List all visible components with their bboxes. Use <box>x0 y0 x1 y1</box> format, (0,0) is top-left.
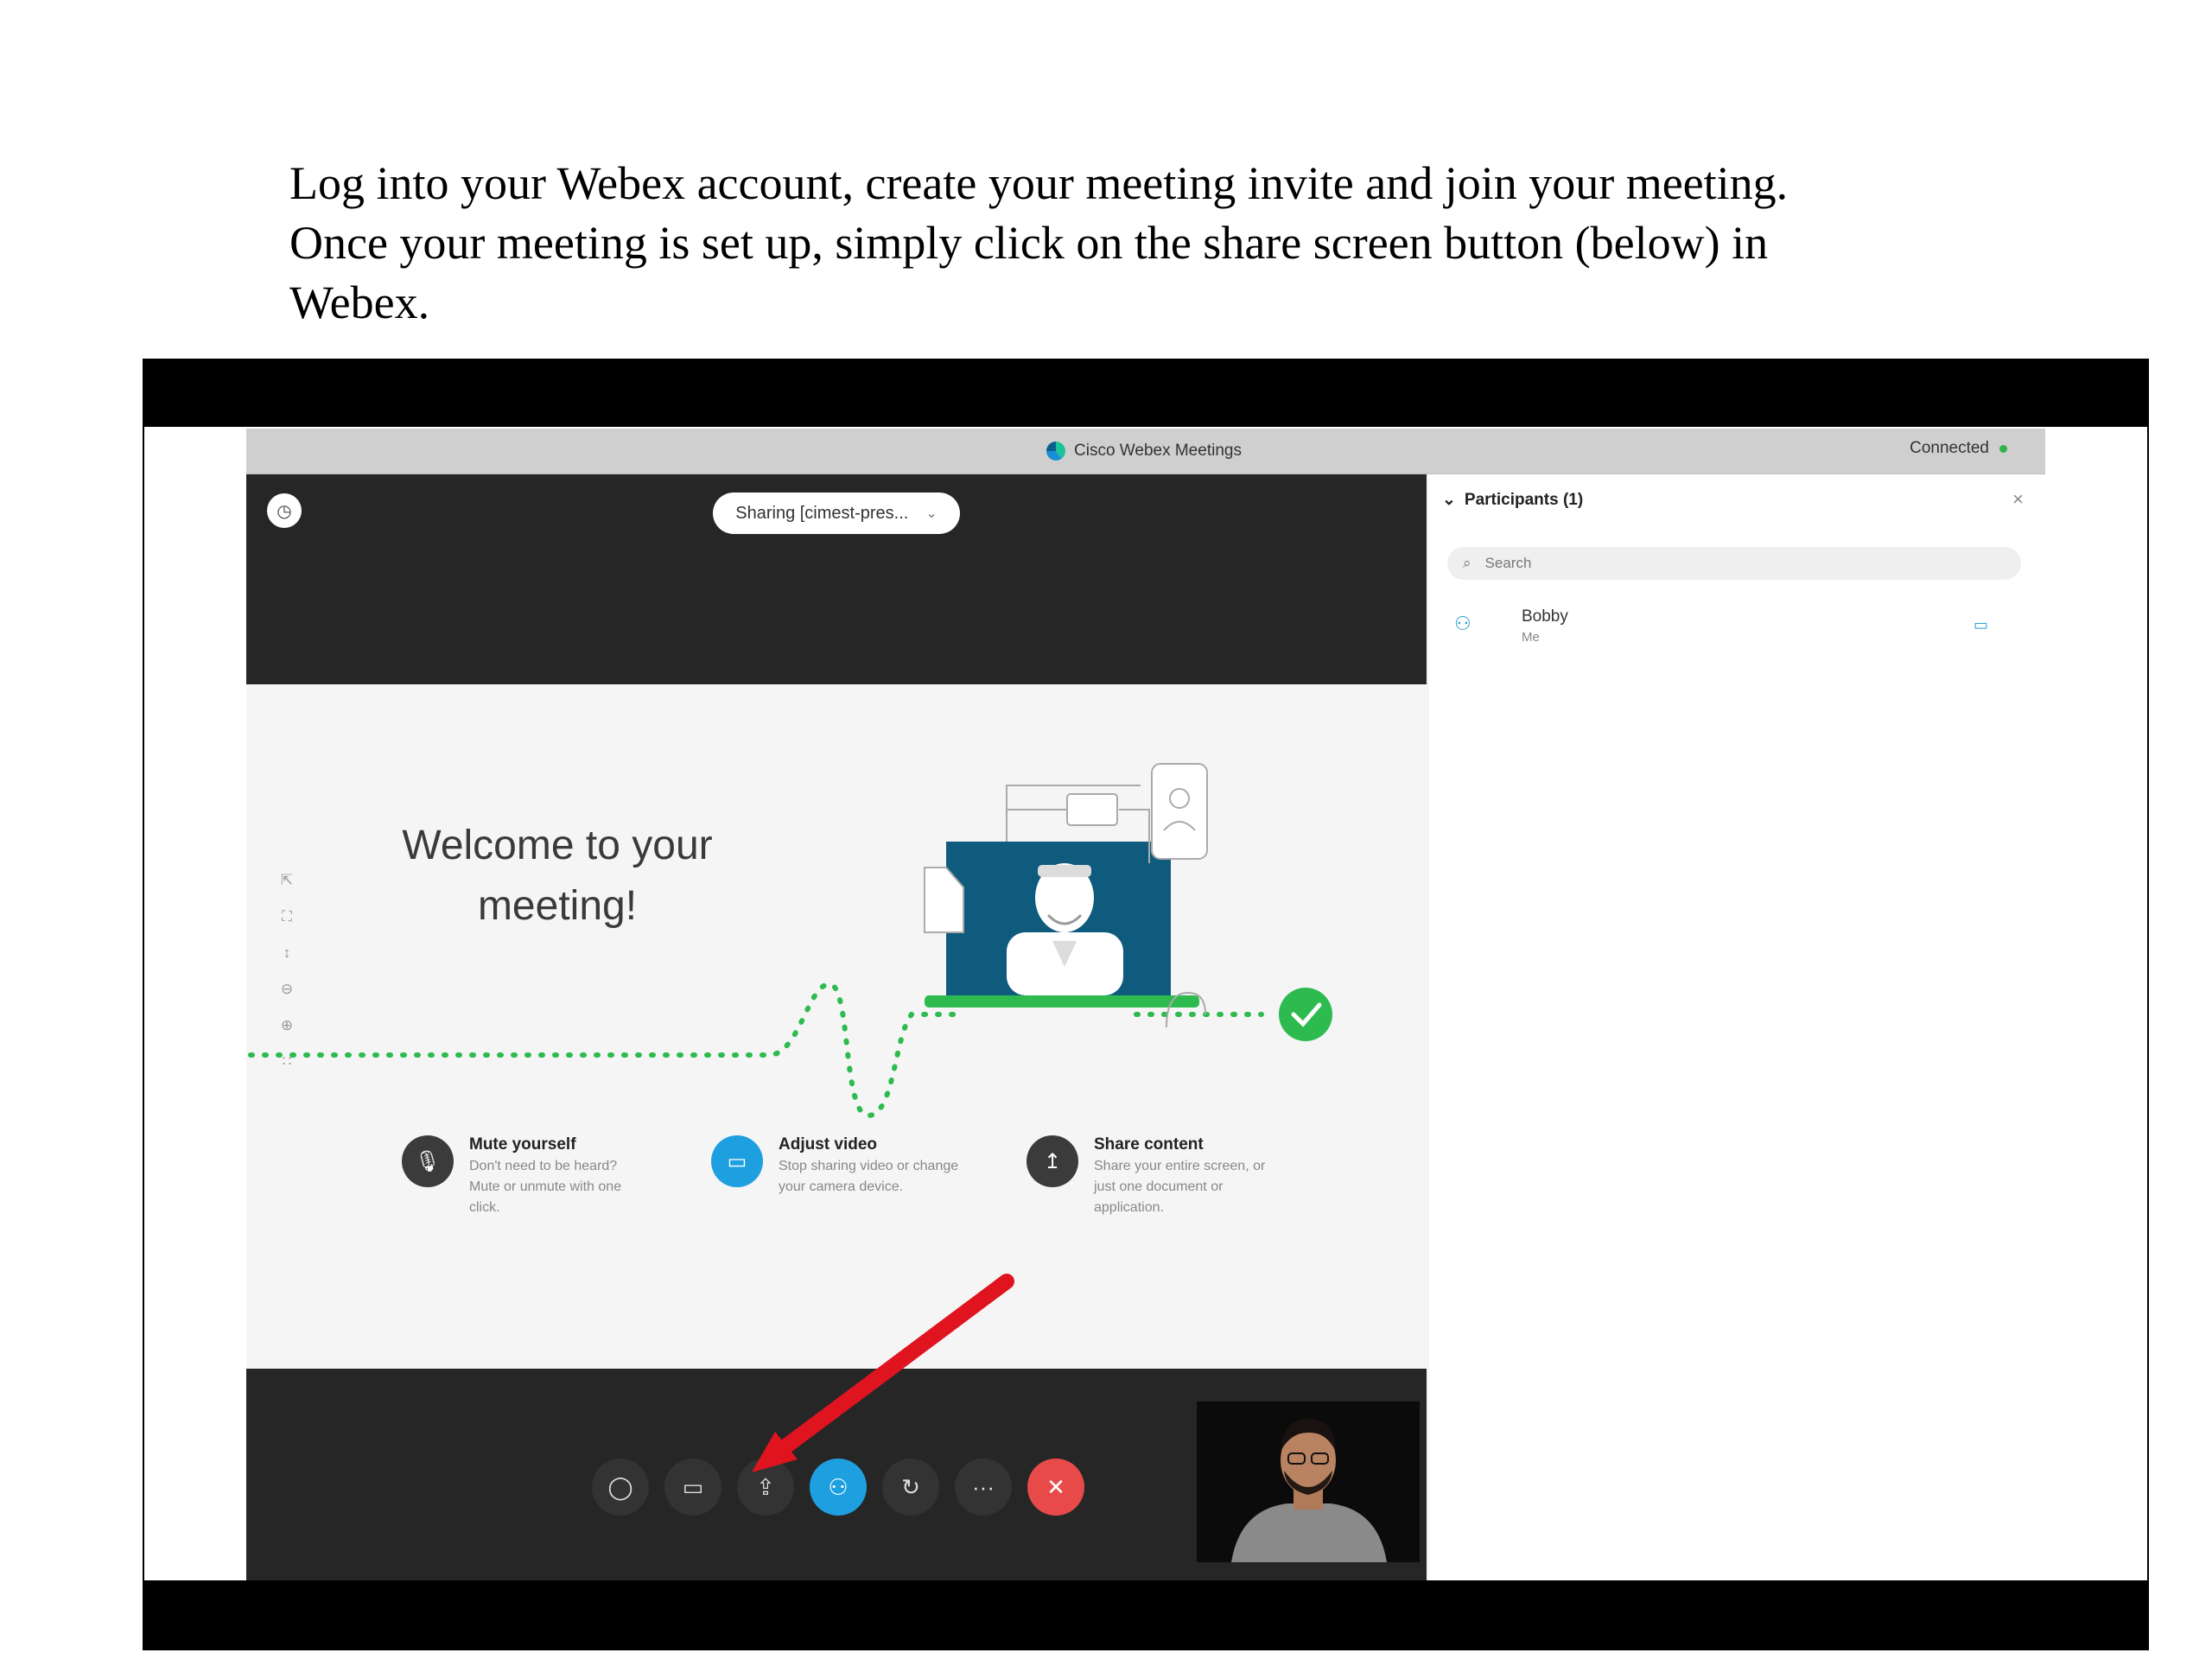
webex-logo-icon <box>1046 442 1065 461</box>
search-icon: ⌕ <box>1463 555 1471 571</box>
video-on-icon: ▭ <box>1973 616 1988 633</box>
participant-name: Bobby <box>1522 607 1568 626</box>
chevron-down-icon: ⌄ <box>1442 491 1456 509</box>
participants-panel: ⌄ Participants (1) × ⌕ Search ⚇ Bobby Me… <box>1427 474 2046 1580</box>
connection-status: Connected <box>1910 439 2007 458</box>
red-arrow-annotation <box>752 1274 1014 1472</box>
instructions-text: Log into your Webex account, create your… <box>289 154 1966 333</box>
instruction-line-1: Log into your Webex account, create your… <box>289 157 1789 209</box>
meeting-stage: ◷ Sharing [cimest-pres... ⌄ ⇱ ⛶ ↕ ⊖ ⊕ ∷ … <box>246 474 1427 1580</box>
participant-role: Me <box>1522 630 1540 645</box>
participants-header[interactable]: ⌄ Participants (1) <box>1442 490 1583 510</box>
instruction-line-2: Once your meeting is set up, simply clic… <box>289 217 1769 269</box>
window-title: Cisco Webex Meetings <box>1046 439 1242 463</box>
participants-search[interactable]: ⌕ Search <box>1447 547 2021 580</box>
participant-row[interactable]: ⚇ Bobby Me ▭ <box>1454 606 2007 651</box>
webex-window: Cisco Webex Meetings Connected ◷ Sharing… <box>246 429 2046 1580</box>
search-input[interactable]: Search <box>1485 555 1532 572</box>
close-icon[interactable]: × <box>2012 488 2024 511</box>
participants-title: Participants (1) <box>1464 490 1584 509</box>
participant-avatar-icon: ⚇ <box>1454 613 1471 634</box>
instruction-line-3: Webex. <box>289 276 430 328</box>
connected-dot-icon <box>1999 444 2007 453</box>
window-title-text: Cisco Webex Meetings <box>1074 442 1242 460</box>
connection-status-text: Connected <box>1910 439 1989 457</box>
window-titlebar: Cisco Webex Meetings Connected <box>246 429 2045 474</box>
